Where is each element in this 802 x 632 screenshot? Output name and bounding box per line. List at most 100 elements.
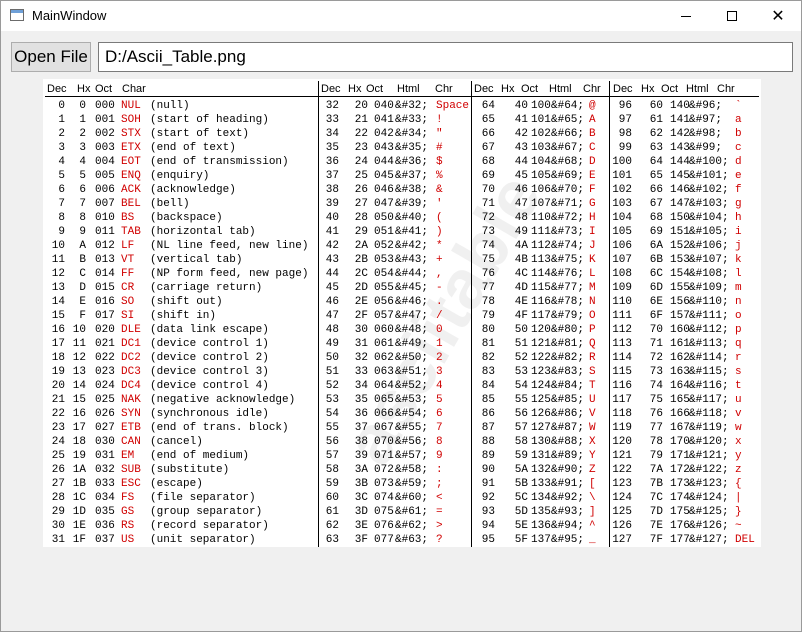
char-value: b [735,128,742,140]
hex-value: 7D [649,506,663,518]
dec-value: 126 [612,520,632,532]
hex-value: 7E [649,520,663,532]
title-bar[interactable]: MainWindow ✕ [1,1,801,31]
table-row: 102 66 146 &#102; f [43,184,761,198]
html-entity: &#100; [689,156,729,168]
header-dec: Dec [474,83,494,95]
table-row: 117 75 165 &#117; u [43,394,761,408]
char-value: h [735,212,742,224]
table-row: 120 78 170 &#120; x [43,436,761,450]
open-file-button[interactable]: Open File [11,42,91,72]
oct-value: 153 [670,254,690,266]
maximize-button[interactable] [709,1,755,31]
html-entity: &#125; [689,506,729,518]
close-icon: ✕ [771,8,785,25]
main-window: MainWindow ✕ Open File D:/Ascii_Table.pn… [0,0,802,632]
html-entity: &#96; [689,100,723,112]
hex-value: 6B [649,254,663,266]
header-oct: Oct [661,83,679,95]
table-row: 123 7B 173 &#123; { [43,478,761,492]
hex-value: 63 [649,142,663,154]
hex-value: 60 [649,100,663,112]
header-html: Html [549,83,572,95]
oct-value: 177 [670,534,690,546]
header-chr: Chr [717,83,735,95]
html-entity: &#119; [689,422,729,434]
char-value: } [735,506,742,518]
hex-value: 73 [649,366,663,378]
oct-value: 151 [670,226,690,238]
minimize-button[interactable] [663,1,709,31]
oct-value: 176 [670,520,690,532]
char-value: q [735,338,742,350]
html-entity: &#124; [689,492,729,504]
close-button[interactable]: ✕ [755,1,801,31]
oct-value: 141 [670,114,690,126]
hex-value: 75 [649,394,663,406]
table-row: 99 63 143 &#99; c [43,142,761,156]
oct-value: 144 [670,156,690,168]
char-value: i [735,226,742,238]
dec-value: 100 [612,156,632,168]
char-value: a [735,114,742,126]
header-dec: Dec [321,83,341,95]
oct-value: 140 [670,100,690,112]
html-entity: &#117; [689,394,729,406]
html-entity: &#98; [689,128,723,140]
dec-value: 97 [618,114,632,126]
oct-value: 174 [670,492,690,504]
dec-value: 115 [612,366,632,378]
oct-value: 164 [670,380,690,392]
html-entity: &#106; [689,240,729,252]
oct-value: 163 [670,366,690,378]
file-path-field[interactable]: D:/Ascii_Table.png [98,42,793,72]
table-row: 100 64 144 &#100; d [43,156,761,170]
char-value: z [735,464,742,476]
char-value: ` [735,100,742,112]
hex-value: 65 [649,170,663,182]
hex-value: 6D [649,282,663,294]
dec-value: 121 [612,450,632,462]
dec-value: 112 [612,324,632,336]
table-row: 125 7D 175 &#125;} [43,506,761,520]
html-entity: &#107; [689,254,729,266]
oct-value: 155 [670,282,690,294]
html-entity: &#126; [689,520,729,532]
table-row: 113 71 161 &#113; q [43,338,761,352]
char-value: r [735,352,742,364]
html-entity: &#111; [689,310,729,322]
app-window-icon [10,9,24,21]
html-entity: &#105; [689,226,729,238]
hex-value: 74 [649,380,663,392]
html-entity: &#114; [689,352,729,364]
oct-value: 157 [670,310,690,322]
oct-value: 162 [670,352,690,364]
hex-value: 67 [649,198,663,210]
html-entity: &#115; [689,366,729,378]
oct-value: 171 [670,450,690,462]
table-row: 112 70 160 &#112; p [43,324,761,338]
table-row: 124 7C 174 &#124; | [43,492,761,506]
char-value: x [735,436,742,448]
oct-value: 152 [670,240,690,252]
char-value: s [735,366,742,378]
html-entity: &#108; [689,268,729,280]
table-row: 121 79 171 &#121; y [43,450,761,464]
header-oct: Oct [521,83,539,95]
header-hx: Hx [501,83,515,95]
table-row: 110 6E 156 &#110; n [43,296,761,310]
dec-value: 127 [612,534,632,546]
char-value: m [735,282,742,294]
oct-value: 161 [670,338,690,350]
oct-value: 160 [670,324,690,336]
char-value: p [735,324,742,336]
oct-value: 143 [670,142,690,154]
table-row: 114 72 162 &#114; r [43,352,761,366]
html-entity: &#113; [689,338,729,350]
oct-value: 173 [670,478,690,490]
header-dec: Dec [47,83,67,95]
dec-value: 104 [612,212,632,224]
html-entity: &#116; [689,380,729,392]
char-value: v [735,408,742,420]
dec-value: 119 [612,422,632,434]
